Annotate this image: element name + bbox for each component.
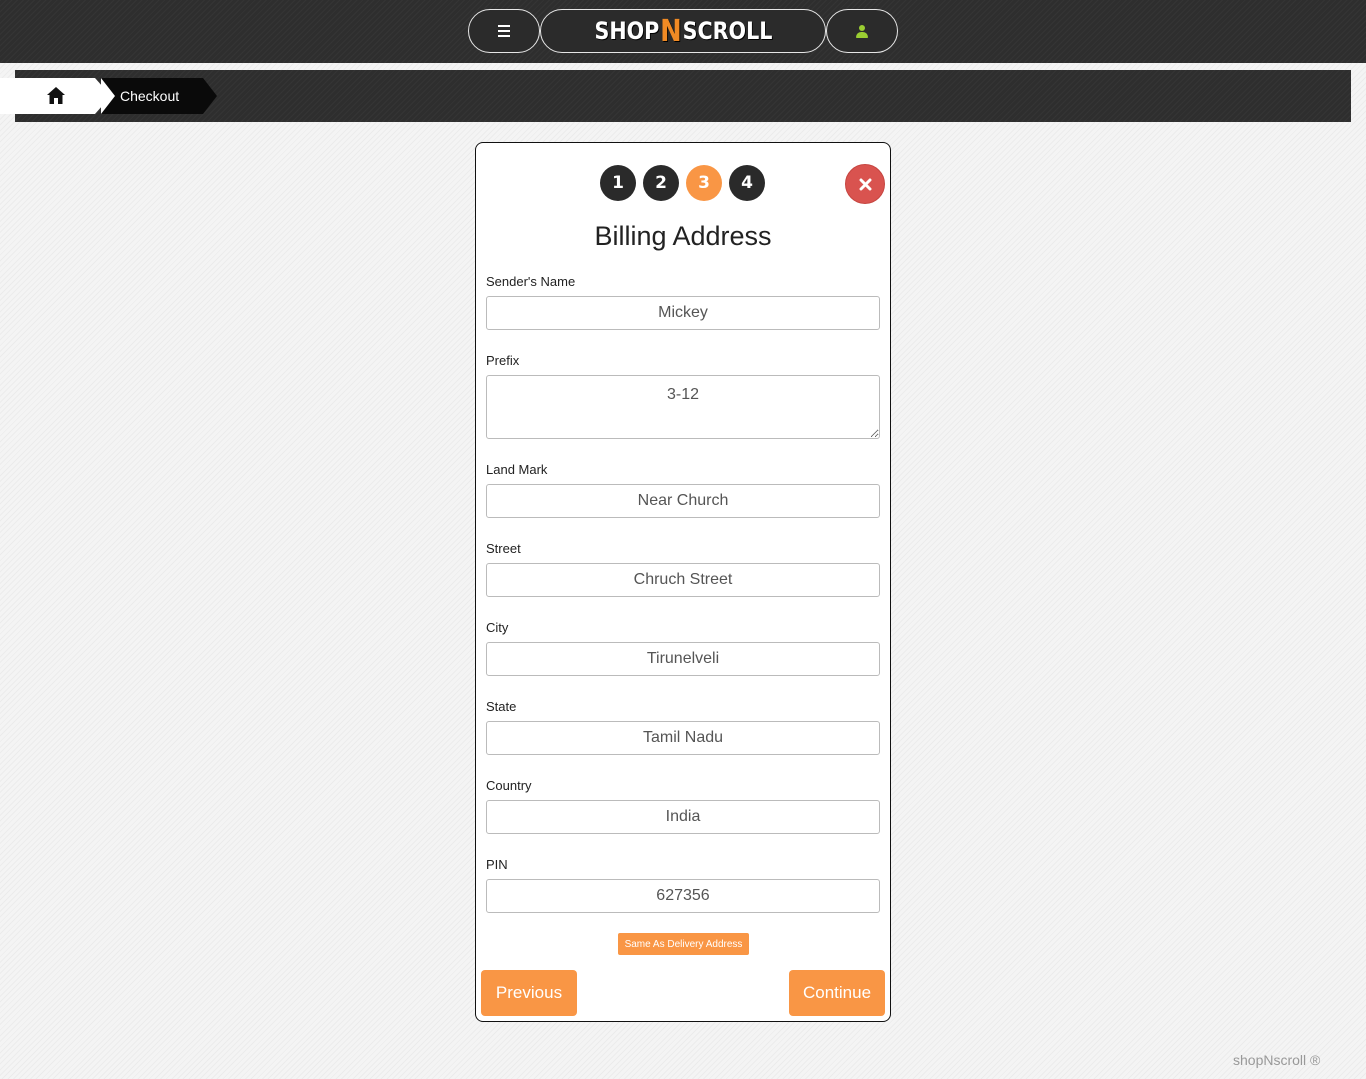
landmark-label: Land Mark [486,462,548,477]
city-input[interactable] [486,642,880,676]
step-indicator: 1 2 3 4 [600,165,765,201]
street-label: Street [486,541,521,556]
prefix-label: Prefix [486,353,520,368]
user-account-button[interactable] [826,9,898,53]
footer-copyright: shopNscroll ® [1233,1052,1321,1068]
hamburger-menu-icon [498,25,510,37]
step-2[interactable]: 2 [643,165,679,201]
pin-input[interactable] [486,879,880,913]
user-icon [855,24,869,38]
logo-button[interactable]: SHOP N SCROLL [540,9,826,53]
close-button[interactable] [845,164,885,204]
checkout-card: 1 2 3 4 Billing Address Sender's Name Pr… [475,142,891,1022]
city-label: City [486,620,509,635]
previous-button[interactable]: Previous [481,970,577,1016]
prefix-textarea[interactable]: 3-12 [486,375,880,439]
same-as-delivery-button[interactable]: Same As Delivery Address [618,933,749,955]
step-1[interactable]: 1 [600,165,636,201]
shopnscroll-logo: SHOP N SCROLL [594,13,772,49]
country-label: Country [486,778,532,793]
senders-name-input[interactable] [486,296,880,330]
step-4[interactable]: 4 [729,165,765,201]
country-input[interactable] [486,800,880,834]
landmark-input[interactable] [486,484,880,518]
pin-label: PIN [486,857,508,872]
senders-name-label: Sender's Name [486,274,576,289]
breadcrumb: Checkout [0,70,1351,122]
state-label: State [486,699,517,714]
continue-button[interactable]: Continue [789,970,885,1016]
street-input[interactable] [486,563,880,597]
breadcrumb-home[interactable] [0,78,111,114]
breadcrumb-checkout-label: Checkout [120,88,180,104]
top-navbar: SHOP N SCROLL [0,0,1366,63]
page-title: Billing Address [594,221,772,251]
state-input[interactable] [486,721,880,755]
step-3[interactable]: 3 [686,165,722,201]
close-icon [859,178,871,190]
home-icon [47,87,65,104]
menu-button[interactable] [468,9,540,53]
breadcrumb-checkout[interactable]: Checkout [101,78,217,114]
